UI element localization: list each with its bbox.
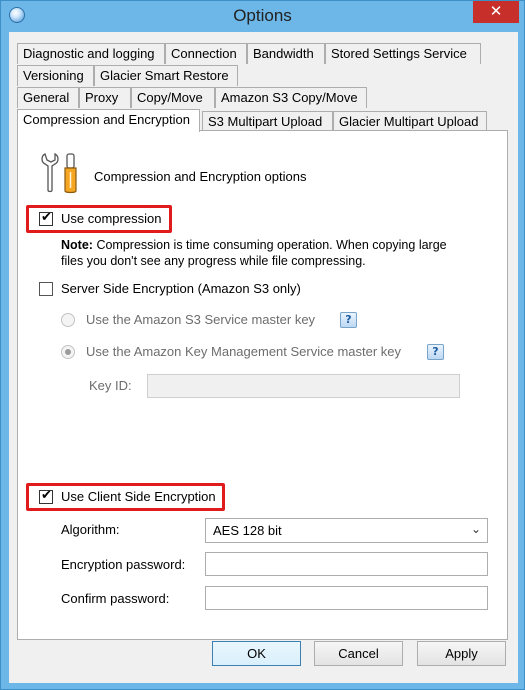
- encryption-password-input[interactable]: [205, 552, 488, 576]
- algorithm-value: AES 128 bit: [213, 523, 282, 538]
- tab-copy-move[interactable]: Copy/Move: [131, 87, 215, 108]
- algorithm-select[interactable]: AES 128 bit ⌄: [205, 518, 488, 543]
- server-side-encryption-label[interactable]: Server Side Encryption (Amazon S3 only): [61, 281, 301, 296]
- tab-amazon-s3-copy-move[interactable]: Amazon S3 Copy/Move: [215, 87, 367, 108]
- tab-general[interactable]: General: [17, 87, 79, 108]
- confirm-password-label: Confirm password:: [61, 591, 170, 606]
- use-compression-label[interactable]: Use compression: [61, 211, 161, 226]
- use-compression-checkbox[interactable]: ✔: [39, 210, 53, 226]
- server-side-encryption-checkbox[interactable]: [39, 282, 53, 296]
- use-client-side-encryption-checkbox[interactable]: ✔: [39, 488, 53, 504]
- options-window: Options ✕ Diagnostic and logging Connect…: [0, 0, 525, 690]
- kms-master-key-label[interactable]: Use the Amazon Key Management Service ma…: [86, 344, 401, 359]
- tab-proxy[interactable]: Proxy: [79, 87, 131, 108]
- tab-versioning[interactable]: Versioning: [17, 65, 94, 86]
- tab-glacier-smart-restore[interactable]: Glacier Smart Restore: [94, 65, 238, 86]
- apply-button[interactable]: Apply: [417, 641, 506, 666]
- key-id-input[interactable]: [147, 374, 460, 398]
- note-label: Note:: [61, 238, 93, 252]
- tab-compression-and-encryption[interactable]: Compression and Encryption: [17, 109, 200, 132]
- tab-connection[interactable]: Connection: [165, 43, 247, 64]
- compression-note: Note: Compression is time consuming oper…: [61, 237, 471, 269]
- ok-button[interactable]: OK: [212, 641, 301, 666]
- kms-master-key-radio[interactable]: [61, 345, 75, 359]
- cancel-button[interactable]: Cancel: [314, 641, 403, 666]
- chevron-down-icon: ⌄: [470, 522, 481, 536]
- help-icon[interactable]: ?: [340, 312, 357, 328]
- tab-stored-settings-service[interactable]: Stored Settings Service: [325, 43, 481, 64]
- dialog-body: Diagnostic and logging Connection Bandwi…: [9, 32, 518, 683]
- section-title: Compression and Encryption options: [94, 169, 307, 184]
- close-button[interactable]: ✕: [473, 1, 519, 23]
- algorithm-label: Algorithm:: [61, 522, 120, 537]
- tab-diagnostic-and-logging[interactable]: Diagnostic and logging: [17, 43, 165, 64]
- tab-glacier-multipart-upload[interactable]: Glacier Multipart Upload: [333, 111, 487, 132]
- s3-master-key-radio[interactable]: [61, 313, 75, 327]
- tools-icon: [41, 152, 77, 194]
- note-text: Compression is time consuming operation.…: [61, 238, 447, 268]
- encryption-password-label: Encryption password:: [61, 557, 186, 572]
- tab-bandwidth[interactable]: Bandwidth: [247, 43, 325, 64]
- confirm-password-input[interactable]: [205, 586, 488, 610]
- title-bar[interactable]: Options ✕: [1, 1, 524, 31]
- help-icon[interactable]: ?: [427, 344, 444, 360]
- window-title: Options: [233, 6, 292, 25]
- key-id-label: Key ID:: [89, 378, 132, 393]
- s3-master-key-label[interactable]: Use the Amazon S3 Service master key: [86, 312, 315, 327]
- use-client-side-encryption-label[interactable]: Use Client Side Encryption: [61, 489, 216, 504]
- tab-s3-multipart-upload[interactable]: S3 Multipart Upload: [202, 111, 333, 132]
